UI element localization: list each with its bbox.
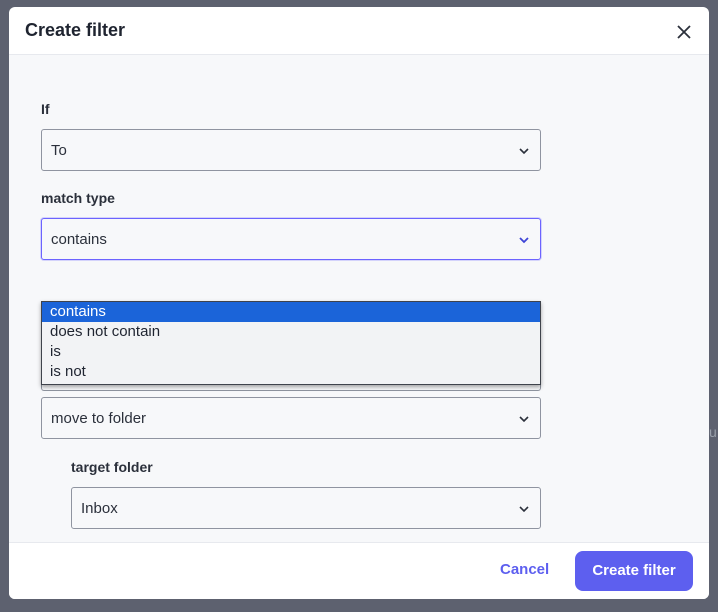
match-type-option[interactable]: does not contain — [42, 322, 540, 342]
dialog-header: Create filter — [9, 7, 709, 55]
target-folder-label: target folder — [71, 459, 153, 475]
target-folder-select-value: Inbox — [81, 500, 118, 517]
action-select[interactable]: move to folder — [41, 397, 541, 439]
background-partial-text: u — [709, 424, 717, 440]
match-type-option[interactable]: contains — [42, 302, 540, 322]
close-icon[interactable] — [673, 21, 695, 43]
dialog-body: If To match type contains action move to… — [9, 55, 709, 542]
match-type-label: match type — [41, 190, 115, 206]
action-select-value: move to folder — [51, 410, 147, 427]
cancel-button[interactable]: Cancel — [500, 561, 549, 578]
chevron-down-icon — [519, 148, 529, 155]
match-type-select-value: contains — [51, 231, 107, 248]
create-filter-button[interactable]: Create filter — [575, 551, 693, 591]
if-select[interactable]: To — [41, 129, 541, 171]
match-type-option[interactable]: is not — [42, 362, 540, 382]
target-folder-select[interactable]: Inbox — [71, 487, 541, 529]
if-label: If — [41, 101, 50, 117]
chevron-down-icon — [519, 506, 529, 513]
match-type-dropdown: contains does not contain is is not — [41, 301, 541, 385]
chevron-down-icon — [519, 237, 529, 244]
hidden-select-edge — [41, 385, 541, 391]
dialog-title: Create filter — [25, 20, 126, 40]
chevron-down-icon — [519, 416, 529, 423]
match-type-select[interactable]: contains — [41, 218, 541, 260]
if-select-value: To — [51, 142, 67, 159]
dialog-footer: Cancel Create filter — [9, 542, 709, 599]
match-type-option[interactable]: is — [42, 342, 540, 362]
create-filter-dialog: Create filter If To match type contains … — [9, 7, 709, 599]
